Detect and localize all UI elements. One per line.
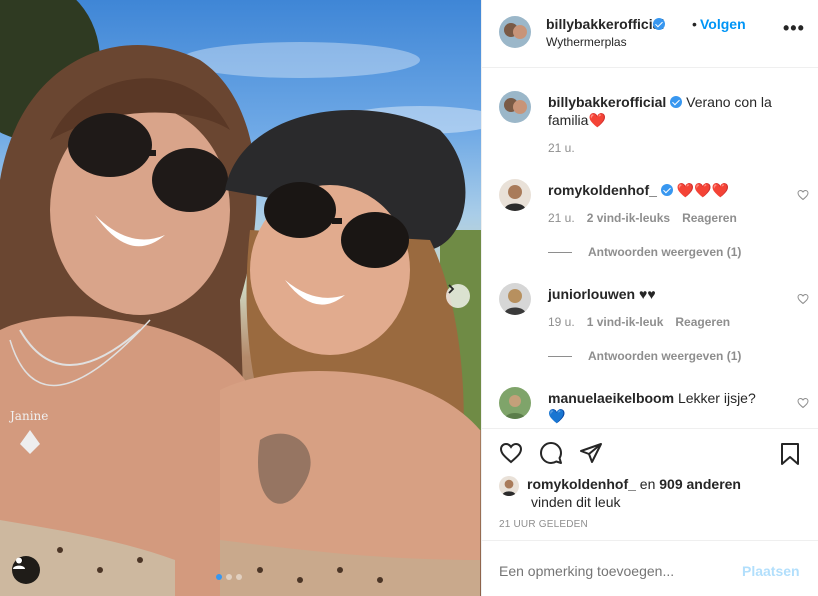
likes-others-count[interactable]: 909 anderen — [659, 476, 741, 492]
caption-item: billybakkerofficial Verano con la famili… — [499, 91, 809, 161]
comment-item: romykoldenhof_ ❤️❤️❤️ 21 u. 2 vind-ik-le… — [499, 179, 809, 279]
bookmark-icon[interactable] — [778, 441, 802, 467]
commenter-avatar[interactable] — [499, 387, 531, 419]
comment-like-icon[interactable] — [797, 293, 809, 305]
comment-text: ❤️❤️❤️ — [676, 182, 730, 198]
comment-bubble-icon[interactable] — [538, 441, 564, 465]
comment-username[interactable]: romykoldenhof_ — [548, 182, 657, 198]
comment-emoji: 💙 — [548, 408, 566, 424]
comments-list[interactable]: billybakkerofficial Verano con la famili… — [482, 69, 818, 427]
svg-text:Janine: Janine — [8, 409, 48, 423]
likes-line: romykoldenhof_ en 909 anderen — [527, 476, 741, 492]
author-avatar[interactable] — [499, 91, 531, 123]
verified-badge-icon — [653, 18, 665, 30]
view-replies-button[interactable]: Antwoorden weergeven (1) — [548, 245, 741, 259]
commenter-avatar[interactable] — [499, 283, 531, 315]
header-separator: • — [692, 16, 697, 32]
comment-likes[interactable]: 2 vind-ik-leuks — [587, 211, 670, 225]
comment-text-block: romykoldenhof_ ❤️❤️❤️ — [548, 181, 798, 199]
post-timestamp[interactable]: 21 UUR GELEDEN — [499, 519, 588, 530]
caption-emoji: ❤️ — [588, 112, 606, 128]
view-replies-label: Antwoorden weergeven (1) — [588, 245, 742, 259]
heart-outline-icon[interactable] — [498, 441, 524, 465]
comment-input[interactable] — [499, 563, 729, 579]
reply-button[interactable]: Reageren — [675, 315, 730, 329]
liker-username[interactable]: romykoldenhof_ — [527, 476, 636, 492]
post-header: billybakkerofficial • Volgen Wythermerpl… — [482, 0, 818, 68]
next-photo-button[interactable] — [446, 284, 470, 308]
post-location[interactable]: Wythermerplas — [546, 35, 627, 49]
comment-meta: 21 u. 2 vind-ik-leuks Reageren — [548, 211, 737, 225]
commenter-avatar[interactable] — [499, 179, 531, 211]
chevron-right-icon — [448, 284, 455, 294]
comment-text-block: manuelaeikelboom Lekker ijsje? 💙 — [548, 389, 798, 425]
instagram-post: Janine billybakkerofficial • Volgen Wyth… — [0, 0, 818, 596]
reply-button[interactable]: Reageren — [682, 211, 737, 225]
comment-time[interactable]: 19 u. — [548, 315, 575, 329]
comment-meta: 19 u. 1 vind-ik-leuk Reageren — [548, 315, 730, 329]
comment-text-block: juniorlouwen ♥♥ — [548, 285, 798, 303]
post-side-panel: billybakkerofficial • Volgen Wythermerpl… — [481, 0, 818, 596]
likes-suffix: vinden dit leuk — [531, 494, 621, 510]
comment-item: juniorlouwen ♥♥ 19 u. 1 vind-ik-leuk Rea… — [499, 283, 809, 383]
photo-illustration: Janine — [0, 0, 481, 596]
caption-text-block: billybakkerofficial Verano con la famili… — [548, 93, 798, 129]
author-username[interactable]: billybakkerofficial — [546, 16, 664, 32]
comment-like-icon[interactable] — [797, 189, 809, 201]
caption-username[interactable]: billybakkerofficial — [548, 94, 666, 110]
comment-item: manuelaeikelboom Lekker ijsje? 💙 — [499, 387, 809, 427]
comment-time[interactable]: 21 u. — [548, 211, 575, 225]
carousel-indicator — [216, 574, 242, 580]
carousel-dot — [226, 574, 232, 580]
replies-line — [548, 355, 572, 357]
post-photo[interactable]: Janine — [0, 0, 481, 596]
follow-button[interactable]: Volgen — [700, 16, 746, 32]
comment-username[interactable]: juniorlouwen — [548, 286, 635, 302]
more-options-icon[interactable]: ••• — [783, 18, 805, 39]
paper-plane-icon[interactable] — [578, 441, 604, 465]
caption-meta: 21 u. — [548, 141, 575, 155]
post-comment-button[interactable]: Plaatsen — [742, 563, 800, 579]
post-actions-bar — [482, 428, 818, 476]
verified-badge-icon — [660, 184, 673, 196]
carousel-dot — [236, 574, 242, 580]
tagged-users-button[interactable] — [12, 556, 40, 584]
caption-time[interactable]: 21 u. — [548, 141, 575, 155]
view-replies-label: Antwoorden weergeven (1) — [588, 349, 742, 363]
likes-and: en — [639, 476, 656, 492]
replies-line — [548, 251, 572, 253]
verified-badge-icon — [670, 96, 683, 108]
carousel-dot — [216, 574, 222, 580]
comment-likes[interactable]: 1 vind-ik-leuk — [587, 315, 664, 329]
comment-like-icon[interactable] — [797, 397, 809, 409]
user-tag-icon — [13, 557, 25, 569]
comment-composer: Plaatsen — [482, 540, 818, 596]
comment-text: Lekker ijsje? — [677, 390, 756, 406]
author-avatar[interactable] — [499, 16, 531, 48]
comment-username[interactable]: manuelaeikelboom — [548, 390, 674, 406]
comment-text: ♥♥ — [639, 286, 656, 302]
liker-avatar[interactable] — [499, 476, 519, 496]
view-replies-button[interactable]: Antwoorden weergeven (1) — [548, 349, 741, 363]
